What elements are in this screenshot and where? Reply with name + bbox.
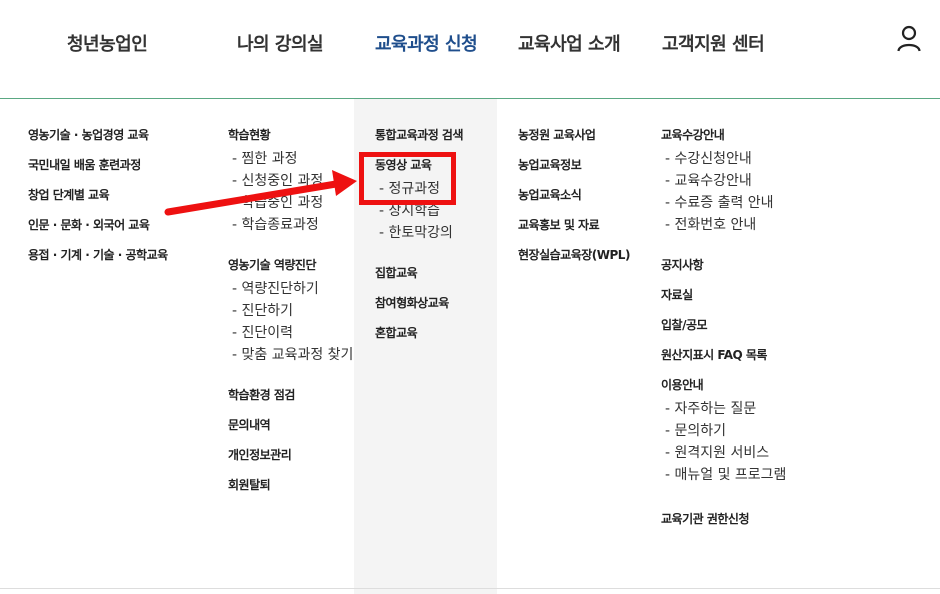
submenu-link[interactable]: - 찜한 과정 <box>228 148 353 170</box>
submenu-link[interactable]: - 신청중인 과정 <box>228 170 353 192</box>
submenu-link[interactable]: - 자주하는 질문 <box>661 398 786 420</box>
submenu-link[interactable]: - 역량진단하기 <box>228 278 353 300</box>
submenu-link[interactable]: - 매뉴얼 및 프로그램 <box>661 464 786 486</box>
menu-link[interactable]: 인문 · 문화 · 외국어 교육 <box>28 214 168 244</box>
menu-link[interactable]: 공지사항 <box>661 254 786 284</box>
submenu-link[interactable]: - 원격지원 서비스 <box>661 442 786 464</box>
nav-my-classroom[interactable]: 나의 강의실 <box>237 30 324 56</box>
menu-link[interactable]: 참여형화상교육 <box>375 292 463 322</box>
nav-education-business[interactable]: 교육사업 소개 <box>518 30 621 56</box>
menu-link[interactable]: 집합교육 <box>375 262 463 292</box>
nav-young-farmer[interactable]: 청년농업인 <box>67 30 148 56</box>
submenu-link[interactable]: - 수강신청안내 <box>661 148 786 170</box>
menu-link[interactable]: 혼합교육 <box>375 322 463 352</box>
menu-column-1: 영농기술 · 농업경영 교육 국민내일 배움 훈련과정 창업 단계별 교육 인문… <box>28 124 168 274</box>
menu-link[interactable]: 농정원 교육사업 <box>518 124 630 154</box>
submenu-link[interactable]: - 문의하기 <box>661 420 786 442</box>
top-navigation: 청년농업인 나의 강의실 교육과정 신청 교육사업 소개 고객지원 센터 <box>0 0 940 99</box>
menu-link[interactable]: 통합교육과정 검색 <box>375 124 464 154</box>
submenu-link[interactable]: - 진단이력 <box>228 322 353 344</box>
menu-link[interactable]: 개인정보관리 <box>228 444 353 474</box>
submenu-link[interactable]: - 교육수강안내 <box>661 170 786 192</box>
nav-customer-support[interactable]: 고객지원 센터 <box>662 30 765 56</box>
submenu-link[interactable]: - 진단하기 <box>228 300 353 322</box>
user-icon[interactable] <box>897 25 921 53</box>
menu-bottom-border <box>0 588 940 589</box>
submenu-link[interactable]: - 전화번호 안내 <box>661 214 786 236</box>
menu-link[interactable]: 용접 · 기계 · 기술 · 공학교육 <box>28 244 168 274</box>
menu-column-2: 학습현황 - 찜한 과정 - 신청중인 과정 - 학습중인 과정 - 학습종료과… <box>228 124 353 504</box>
menu-link[interactable]: 영농기술 · 농업경영 교육 <box>28 124 168 154</box>
menu-link[interactable]: 회원탈퇴 <box>228 474 353 504</box>
submenu-link[interactable]: - 학습중인 과정 <box>228 192 353 214</box>
nav-course-application[interactable]: 교육과정 신청 <box>375 30 478 56</box>
submenu-link[interactable]: - 맞춤 교육과정 찾기 <box>228 344 353 366</box>
menu-link[interactable]: 교육홍보 및 자료 <box>518 214 630 244</box>
menu-link[interactable]: 현장실습교육장(WPL) <box>518 244 630 274</box>
menu-link[interactable]: 농업교육정보 <box>518 154 630 184</box>
highlight-box <box>359 152 456 205</box>
menu-link[interactable]: 창업 단계별 교육 <box>28 184 168 214</box>
menu-link[interactable]: 문의내역 <box>228 414 353 444</box>
submenu-link[interactable]: - 수료증 출력 안내 <box>661 192 786 214</box>
menu-link[interactable]: 국민내일 배움 훈련과정 <box>28 154 168 184</box>
menu-link[interactable]: 교육기관 권한신청 <box>661 508 786 538</box>
menu-column-5: 교육수강안내 - 수강신청안내 - 교육수강안내 - 수료증 출력 안내 - 전… <box>661 124 786 538</box>
menu-link[interactable]: 원산지표시 FAQ 목록 <box>661 344 786 374</box>
menu-link[interactable]: 자료실 <box>661 284 786 314</box>
menu-link[interactable]: 학습환경 점검 <box>228 384 353 414</box>
menu-link[interactable]: 입찰/공모 <box>661 314 786 344</box>
submenu-link[interactable]: - 학습종료과정 <box>228 214 353 236</box>
menu-column-4: 농정원 교육사업 농업교육정보 농업교육소식 교육홍보 및 자료 현장실습교육장… <box>518 124 630 274</box>
menu-link[interactable]: 농업교육소식 <box>518 184 630 214</box>
submenu-link[interactable]: - 한토막강의 <box>375 222 463 244</box>
